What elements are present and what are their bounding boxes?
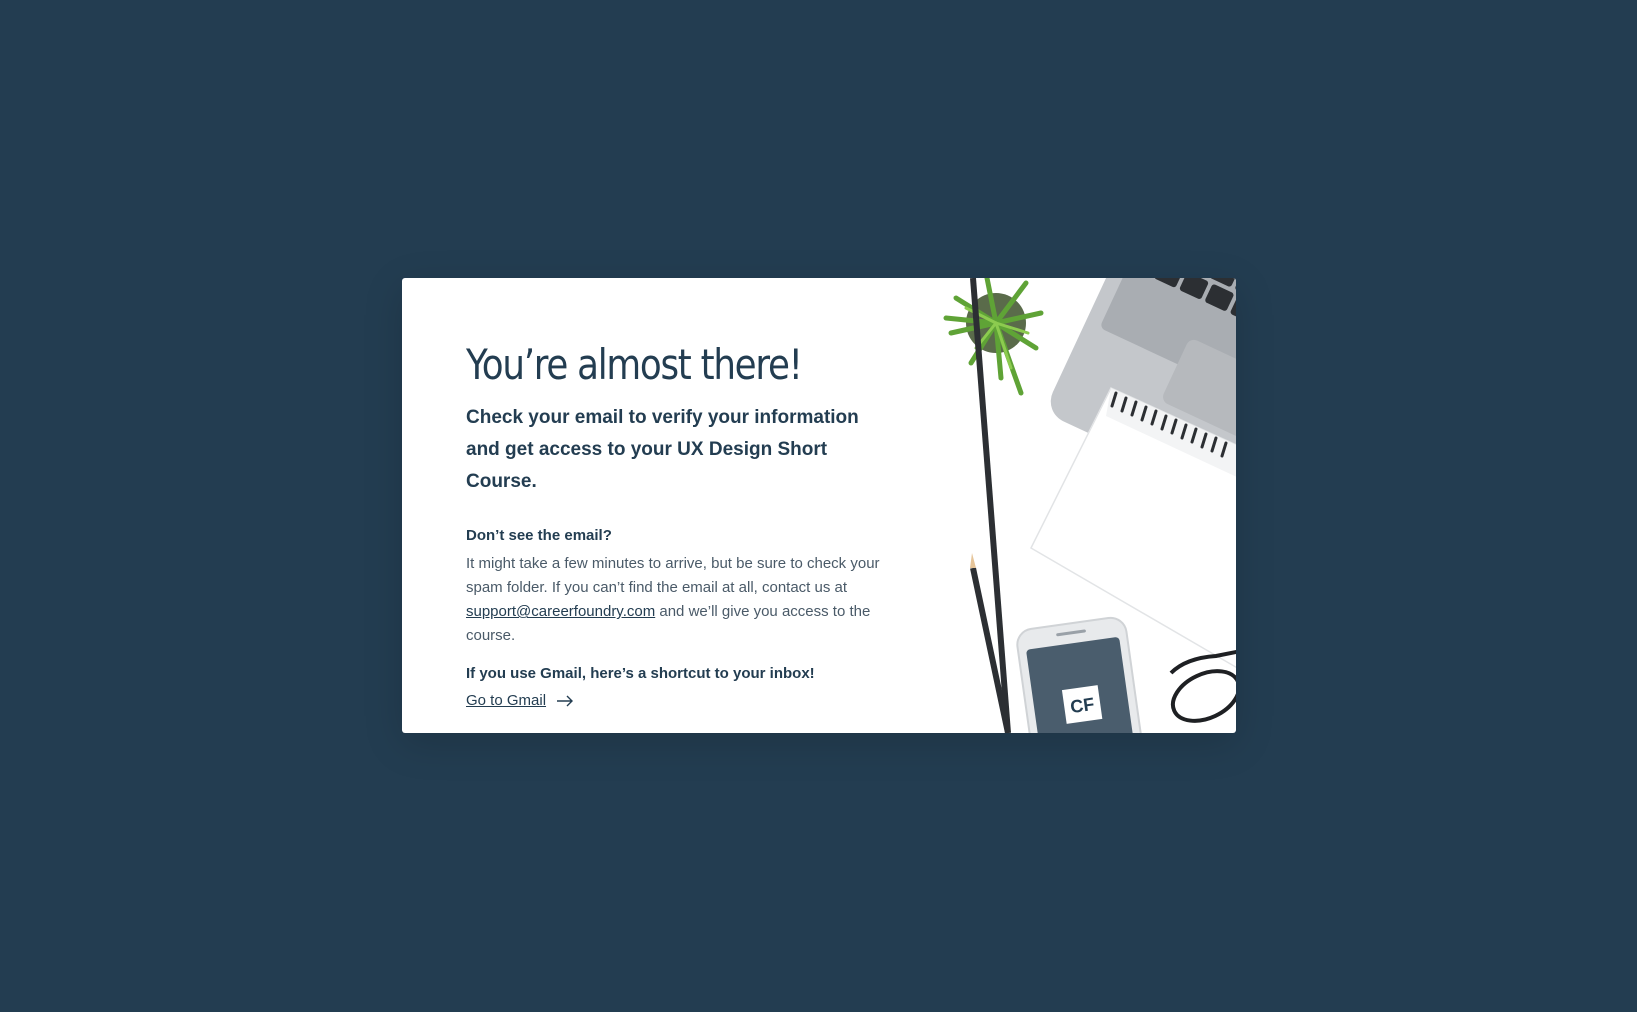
gmail-heading: If you use Gmail, here’s a shortcut to y… bbox=[466, 665, 815, 683]
support-email-link[interactable]: support@careerfoundry.com bbox=[466, 603, 655, 620]
missing-email-heading: Don’t see the email? bbox=[466, 527, 612, 545]
subtitle: Check your email to verify your informat… bbox=[466, 407, 859, 493]
go-to-gmail-link[interactable]: Go to Gmail bbox=[466, 692, 574, 709]
page-title: You’re almost there! bbox=[466, 340, 803, 389]
glasses-image bbox=[1169, 649, 1236, 723]
missing-email-text: It might take a few minutes to arrive, b… bbox=[466, 552, 886, 648]
cf-logo: CF bbox=[1069, 694, 1096, 717]
verification-modal: You’re almost there! Check your email to… bbox=[402, 278, 1236, 733]
missing-text-before: It might take a few minutes to arrive, b… bbox=[466, 555, 880, 597]
phone-image: CF bbox=[1016, 616, 1145, 733]
modal-content: You’re almost there! Check your email to… bbox=[466, 340, 896, 710]
go-to-gmail-label: Go to Gmail bbox=[466, 692, 547, 710]
arrow-right-icon bbox=[557, 695, 574, 707]
plant-image bbox=[943, 278, 1044, 396]
desk-illustration: CF bbox=[943, 278, 1236, 733]
